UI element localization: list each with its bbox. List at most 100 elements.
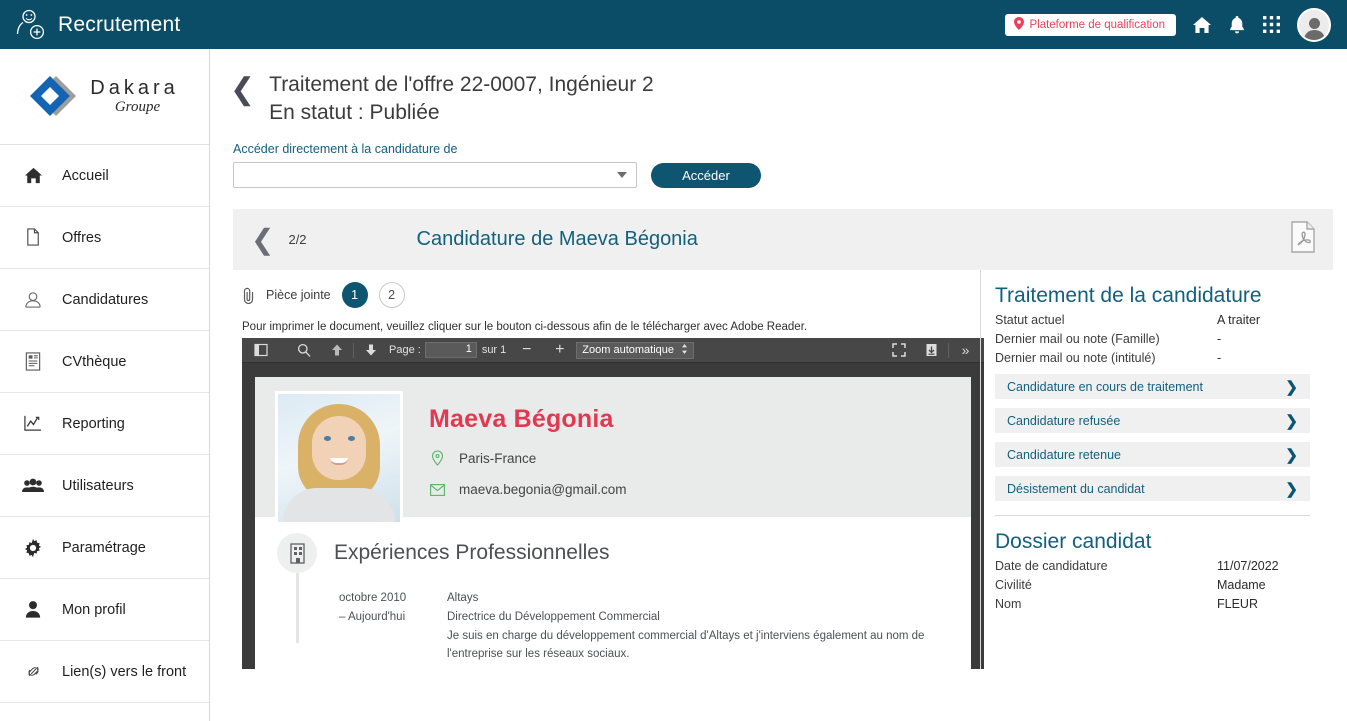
header-actions: Plateforme de qualification: [1005, 7, 1347, 42]
application-root: Recrutement Plateforme de qualification: [0, 0, 1347, 721]
tools-double-chevron-right-icon[interactable]: »: [955, 340, 976, 361]
home-icon: [22, 166, 44, 185]
sidebar-toggle-icon[interactable]: [250, 340, 271, 361]
dossier-field-value: FLEUR: [1217, 597, 1258, 612]
pdf-zoom-value: Zoom automatique: [582, 344, 674, 357]
treatment-panel-title: Traitement de la candidature: [995, 284, 1262, 308]
pdf-toolbar: Page : 1 sur 1 − + Zoom automatique »: [242, 338, 984, 364]
sidebar-item-mon-profil[interactable]: Mon profil: [0, 579, 209, 641]
action-candidature-en-cours[interactable]: Candidature en cours de traitement ❯: [995, 374, 1310, 400]
treatment-field-row: Dernier mail ou note (intitulé) -: [990, 346, 1310, 365]
cv-location-row: Paris-France: [429, 450, 627, 467]
person-icon: [22, 600, 44, 619]
sidebar-item-label: Accueil: [62, 167, 109, 184]
logo-primary-text: Dakara: [90, 77, 179, 99]
sidebar-item-cvtheque[interactable]: CVthèque: [0, 331, 209, 393]
cv-email: maeva.begonia@gmail.com: [459, 482, 627, 498]
envelope-icon: [429, 483, 446, 496]
cv-experience-dates: octobre 2010 – Aujourd'hui: [339, 589, 447, 664]
action-candidature-refusee[interactable]: Candidature refusée ❯: [995, 408, 1310, 434]
sidebar-item-label: Mon profil: [62, 601, 126, 618]
dossier-field-key: Nom: [995, 597, 1022, 612]
chevron-right-icon: ❯: [1285, 480, 1298, 498]
action-candidature-retenue[interactable]: Candidature retenue ❯: [995, 442, 1310, 468]
sidebar-item-parametrage[interactable]: Paramétrage: [0, 517, 209, 579]
chevron-updown-icon: [681, 343, 688, 358]
cv-experience-company: Altays: [447, 592, 479, 605]
treatment-field-row: Statut actuel A traiter: [990, 308, 1310, 327]
page-header: ❮ Traitement de l'offre 22-0007, Ingénie…: [210, 49, 1347, 126]
candidature-banner: ❮ 2/2 Candidature de Maeva Bégonia: [233, 209, 1333, 271]
qualification-platform-badge[interactable]: Plateforme de qualification: [1005, 13, 1176, 36]
action-label: Candidature en cours de traitement: [1007, 379, 1203, 394]
dossier-field-row: Nom FLEUR: [990, 592, 1310, 611]
user-avatar[interactable]: [1297, 7, 1331, 42]
candidature-title-prefix: Candidature de: [416, 228, 554, 251]
user-plus-icon: [14, 8, 48, 42]
presentation-fullscreen-icon[interactable]: [888, 340, 909, 361]
app-title: Recrutement: [58, 12, 181, 36]
zoom-out-minus-icon[interactable]: −: [516, 340, 537, 361]
pdf-file-icon[interactable]: [1289, 221, 1317, 258]
main-content: ❮ Traitement de l'offre 22-0007, Ingénie…: [210, 49, 1347, 721]
candidate-photo: [275, 391, 403, 526]
qualification-badge-label: Plateforme de qualification: [1029, 18, 1165, 31]
attachment-tab-1[interactable]: 1: [341, 282, 368, 309]
treatment-field-key: Dernier mail ou note (intitulé): [995, 351, 1156, 366]
candidate-select[interactable]: [233, 162, 637, 189]
attachment-tabs: Pièce jointe 1 2: [233, 270, 980, 317]
attachment-tab-2[interactable]: 2: [378, 282, 405, 309]
download-icon[interactable]: [921, 340, 942, 361]
dossier-field-value: 11/07/2022: [1217, 559, 1279, 574]
dossier-field-key: Civilité: [995, 578, 1032, 593]
dakara-diamond-logo-icon: [30, 71, 82, 123]
sidebar-item-utilisateurs[interactable]: Utilisateurs: [0, 455, 209, 517]
home-icon[interactable]: [1192, 15, 1212, 35]
users-group-icon: [22, 478, 44, 494]
sidebar-item-offres[interactable]: Offres: [0, 207, 209, 269]
cv-section-header: Expériences Professionnelles: [277, 533, 971, 574]
pdf-page-input[interactable]: 1: [424, 342, 477, 359]
next-page-arrow-down-icon[interactable]: [360, 340, 381, 361]
sidebar-item-label: Paramétrage: [62, 539, 146, 556]
pdf-zoom-select[interactable]: Zoom automatique: [576, 341, 694, 359]
sidebar-item-label: Offres: [62, 229, 102, 246]
sidebar-item-candidatures[interactable]: Candidatures: [0, 269, 209, 331]
page-title: Traitement de l'offre 22-0007, Ingénieur…: [269, 71, 654, 126]
previous-candidature-chevron-left-icon[interactable]: ❮: [251, 225, 274, 254]
cv-header: Maeva Bégonia Paris-France maeva.begonia…: [255, 377, 971, 526]
chevron-right-icon: ❯: [1285, 412, 1298, 430]
acceder-button[interactable]: Accéder: [651, 162, 761, 188]
toolbar-divider: [353, 342, 354, 358]
chevron-down-icon: [617, 172, 627, 179]
previous-page-arrow-up-icon[interactable]: [326, 340, 347, 361]
cv-candidate-name: Maeva Bégonia: [429, 405, 614, 434]
app-brand: Recrutement: [0, 8, 180, 42]
page-title-line-1: Traitement de l'offre 22-0007, Ingénieur…: [269, 73, 654, 96]
chevron-right-icon: ❯: [1285, 378, 1298, 396]
avatar-head: [1308, 17, 1320, 29]
direct-access-section: Accéder directement à la candidature de …: [210, 126, 1347, 189]
notification-bell-icon[interactable]: [1228, 15, 1246, 35]
location-pin-icon: [1014, 16, 1025, 33]
sidebar-item-accueil[interactable]: Accueil: [0, 145, 209, 207]
sidebar-item-reporting[interactable]: Reporting: [0, 393, 209, 455]
candidature-title: Candidature de Maeva Bégonia: [307, 228, 1289, 251]
link-icon: [22, 662, 44, 681]
documents-icon: [22, 228, 44, 247]
back-chevron-left-icon[interactable]: ❮: [220, 71, 269, 105]
cv-experience-description: Je suis en charge du développement comme…: [447, 629, 925, 661]
pdf-page-total: sur 1: [481, 344, 507, 357]
action-label: Candidature retenue: [1007, 447, 1121, 462]
search-icon[interactable]: [293, 340, 314, 361]
sidebar-item-liens-vers-le-front[interactable]: Lien(s) vers le front: [0, 641, 209, 703]
gear-icon: [22, 538, 44, 558]
treatment-field-key: Dernier mail ou note (Famille): [995, 332, 1160, 347]
sidebar-item-label: Reporting: [62, 415, 125, 432]
action-desistement-du-candidat[interactable]: Désistement du candidat ❯: [995, 476, 1310, 502]
logo-secondary-text: Groupe: [114, 99, 161, 115]
zoom-in-plus-icon[interactable]: +: [549, 340, 570, 361]
timeline-line: [296, 573, 299, 644]
apps-grid-icon[interactable]: [1262, 15, 1281, 34]
company-logo: Dakara Groupe: [0, 49, 209, 145]
